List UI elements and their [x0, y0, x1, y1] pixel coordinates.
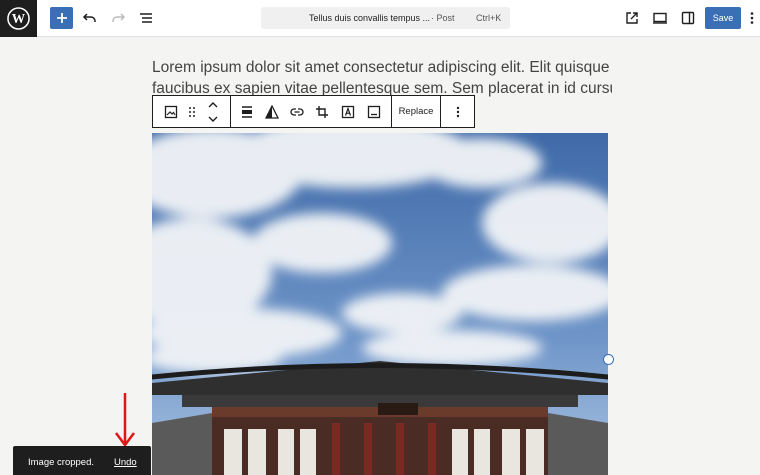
- preview-button[interactable]: [648, 6, 672, 30]
- crop-icon: [316, 105, 328, 118]
- vertical-ellipsis-icon: [750, 12, 754, 24]
- more-options-icon: [456, 106, 460, 117]
- replace-button[interactable]: Replace: [392, 96, 440, 127]
- redo-button[interactable]: [106, 6, 130, 30]
- editor-top-bar: W Tellus duis convallis tempus ... · Pos…: [0, 0, 760, 37]
- caption-button[interactable]: [363, 96, 385, 127]
- redo-icon: [112, 13, 126, 22]
- red-arrow-annotation: [115, 393, 135, 448]
- settings-sidebar-button[interactable]: [676, 6, 700, 30]
- undo-icon: [82, 13, 96, 22]
- document-bar[interactable]: Tellus duis convallis tempus ... · Post …: [261, 7, 510, 29]
- duotone-button[interactable]: [261, 96, 283, 127]
- undo-button[interactable]: [78, 6, 102, 30]
- text-overlay-icon: [341, 105, 355, 118]
- more-options-button[interactable]: [445, 96, 471, 127]
- snackbar-notice: Image cropped. Undo: [13, 446, 151, 475]
- sidebar-icon: [681, 11, 695, 25]
- paragraph-block[interactable]: Lorem ipsum dolor sit amet consectetur a…: [152, 57, 612, 97]
- document-title: Tellus duis convallis tempus ...: [309, 13, 431, 23]
- save-button[interactable]: Save: [705, 7, 741, 29]
- text-overlay-button[interactable]: [337, 96, 359, 127]
- move-down-button[interactable]: [203, 112, 223, 126]
- wordpress-logo-icon[interactable]: W: [0, 0, 37, 37]
- desktop-icon: [653, 12, 667, 24]
- document-overview-icon: [140, 13, 152, 23]
- drag-handle[interactable]: [184, 96, 200, 127]
- plus-icon: [56, 13, 67, 23]
- align-button[interactable]: [236, 96, 258, 127]
- toolbar-divider: [440, 96, 441, 127]
- undo-link[interactable]: Undo: [114, 457, 137, 468]
- move-up-button[interactable]: [203, 97, 223, 111]
- link-button[interactable]: [286, 96, 308, 127]
- block-type-button[interactable]: [159, 96, 183, 127]
- image-block[interactable]: [152, 133, 608, 475]
- drag-handle-icon: [189, 106, 195, 117]
- image-block-toolbar: Replace: [152, 95, 475, 128]
- view-post-button[interactable]: [620, 6, 644, 30]
- move-down-icon: [208, 116, 218, 122]
- document-type: · Post: [431, 13, 455, 23]
- add-block-button[interactable]: [50, 7, 73, 29]
- image-resize-handle[interactable]: [603, 354, 614, 365]
- image-block-icon: [164, 105, 178, 118]
- command-shortcut: Ctrl+K: [476, 13, 502, 23]
- caption-icon: [367, 105, 381, 118]
- align-icon: [242, 105, 252, 118]
- paragraph-line-1: Lorem ipsum dolor sit amet consectetur a…: [152, 59, 610, 76]
- cropped-image: [152, 133, 608, 475]
- options-button[interactable]: [744, 6, 760, 30]
- crop-button[interactable]: [311, 96, 333, 127]
- duotone-icon: [265, 104, 279, 119]
- snackbar-message: Image cropped.: [28, 457, 95, 468]
- document-overview-button[interactable]: [134, 6, 158, 30]
- external-link-icon: [626, 12, 638, 24]
- move-up-icon: [208, 101, 218, 107]
- toolbar-divider: [230, 96, 231, 127]
- link-icon: [290, 107, 304, 116]
- svg-text:W: W: [12, 11, 26, 26]
